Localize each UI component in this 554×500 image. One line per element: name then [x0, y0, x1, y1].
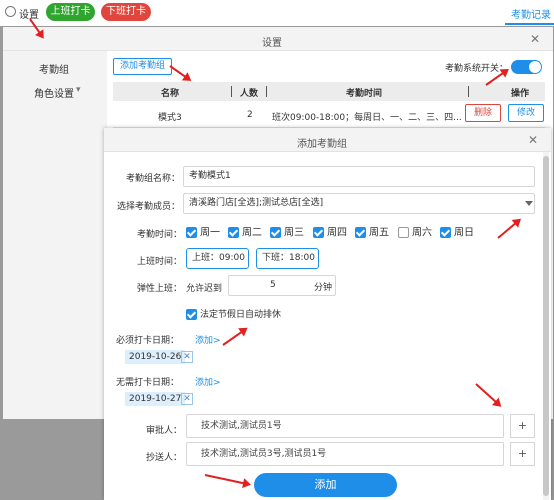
- row-name: 模式3: [158, 113, 182, 123]
- approver-label: 审批人：: [146, 426, 183, 436]
- clock-in-button[interactable]: 上班打卡: [46, 3, 95, 21]
- clock-out-button[interactable]: 下班打卡: [101, 3, 151, 21]
- holiday-label: 法定节假日自动排休: [200, 310, 282, 320]
- toggle-knob: [529, 61, 541, 73]
- group-name-label: 考勤组名称：: [126, 174, 181, 184]
- day-checkbox-mon[interactable]: 周一: [186, 227, 220, 239]
- settings-dialog-title: 设置: [262, 38, 282, 49]
- allow-late-label: 允许迟到: [186, 284, 223, 294]
- checkbox-icon: [398, 227, 409, 238]
- holiday-checkbox[interactable]: 法定节假日自动排休: [186, 309, 281, 321]
- submit-add-button[interactable]: 添加: [254, 473, 397, 497]
- close-icon[interactable]: ✕: [528, 133, 538, 147]
- required-dates-label: 必须打卡日期：: [116, 336, 180, 346]
- end-time-input[interactable]: 下班：18:00: [256, 248, 319, 269]
- col-divider: [468, 86, 469, 97]
- topbar: 设置 上班打卡 下班打卡 考勤记录: [0, 0, 554, 26]
- day-label: 周二: [242, 227, 262, 239]
- close-icon[interactable]: ✕: [181, 393, 193, 405]
- day-label: 周日: [454, 227, 474, 239]
- add-dialog-header: 添加考勤组 ✕: [104, 128, 551, 152]
- col-divider: [231, 86, 232, 97]
- add-dialog-title: 添加考勤组: [297, 139, 347, 150]
- chevron-down-icon: ▾: [76, 85, 81, 95]
- late-unit: 分钟: [314, 283, 333, 293]
- col-header-count: 人数: [240, 89, 259, 99]
- day-label: 周五: [369, 227, 389, 239]
- members-label: 选择考勤成员：: [117, 202, 181, 212]
- close-icon[interactable]: ✕: [530, 32, 540, 46]
- checkbox-icon: [186, 227, 197, 238]
- day-checkbox-sat[interactable]: 周六: [398, 227, 432, 239]
- day-label: 周六: [412, 227, 432, 239]
- late-minutes-input[interactable]: 5 分钟: [228, 275, 336, 296]
- row-time: 班次09:00-18:00；每周日、一、二、三、四...: [272, 113, 462, 123]
- edit-button[interactable]: 修改: [508, 104, 544, 122]
- attendance-record-tab[interactable]: 考勤记录: [511, 6, 551, 21]
- exempt-date-tag: 2019-10-27: [125, 392, 186, 406]
- table-row: 模式3 2 班次09:00-18:00；每周日、一、二、三、四... 删除 修改: [113, 102, 545, 128]
- col-header-name: 名称: [161, 89, 180, 99]
- checkbox-icon: [228, 227, 239, 238]
- system-switch-toggle[interactable]: [511, 60, 542, 74]
- required-add-link[interactable]: 添加>: [195, 333, 221, 346]
- exempt-dates-label: 无需打卡日期：: [116, 378, 180, 388]
- caret-down-icon[interactable]: [525, 201, 533, 206]
- day-checkbox-fri[interactable]: 周五: [355, 227, 389, 239]
- record-tab-underline: [505, 23, 554, 25]
- required-date-tag: 2019-10-26: [125, 350, 186, 364]
- cc-label: 抄送人：: [146, 453, 183, 463]
- settings-dialog-header: 设置 ✕: [3, 27, 553, 51]
- members-select[interactable]: 清溪路门店[全选];测试总店[全选]: [183, 193, 535, 214]
- flex-label: 弹性上班：: [137, 284, 183, 294]
- day-label: 周四: [327, 227, 347, 239]
- nav-item-attendance-group[interactable]: 考勤组: [39, 61, 69, 76]
- scrollbar-thumb[interactable]: [543, 156, 549, 496]
- checkbox-icon: [186, 309, 197, 320]
- day-checkbox-sun[interactable]: 周日: [440, 227, 474, 239]
- add-approver-button[interactable]: +: [510, 414, 535, 438]
- add-group-button[interactable]: 添加考勤组: [113, 58, 172, 75]
- col-divider: [266, 86, 267, 97]
- cc-value: 技术测试,测试员3号,测试员1号: [201, 449, 327, 459]
- exempt-add-link[interactable]: 添加>: [195, 375, 221, 388]
- group-table-header: 名称 人数 考勤时间 操作: [113, 82, 545, 101]
- day-checkbox-thu[interactable]: 周四: [313, 227, 347, 239]
- approver-value: 技术测试,测试员1号: [201, 421, 282, 431]
- attendance-time-label: 考勤时间：: [137, 230, 183, 240]
- col-header-time: 考勤时间: [346, 89, 383, 99]
- system-switch-label: 考勤系统开关：: [445, 64, 509, 74]
- work-time-label: 上班时间：: [137, 257, 183, 267]
- row-count: 2: [247, 110, 253, 120]
- day-label: 周三: [284, 227, 304, 239]
- start-time-input[interactable]: 上班：09:00: [186, 248, 249, 269]
- col-header-actions: 操作: [511, 89, 530, 99]
- checkbox-icon: [355, 227, 366, 238]
- gear-icon[interactable]: [5, 6, 16, 17]
- settings-nav: 考勤组 角色设置 ▾: [3, 51, 107, 419]
- close-icon[interactable]: ✕: [181, 351, 193, 363]
- delete-button[interactable]: 删除: [465, 104, 501, 122]
- day-checkbox-wed[interactable]: 周三: [270, 227, 304, 239]
- late-minutes-value: 5: [270, 280, 276, 290]
- group-name-input[interactable]: 考勤模式1: [183, 166, 535, 187]
- nav-item-role-settings[interactable]: 角色设置: [34, 85, 74, 100]
- approver-input[interactable]: 技术测试,测试员1号: [186, 414, 504, 438]
- checkbox-icon: [313, 227, 324, 238]
- cc-input[interactable]: 技术测试,测试员3号,测试员1号: [186, 442, 504, 466]
- day-label: 周一: [200, 227, 220, 239]
- checkbox-icon: [270, 227, 281, 238]
- checkbox-icon: [440, 227, 451, 238]
- add-cc-button[interactable]: +: [510, 442, 535, 466]
- day-checkbox-tue[interactable]: 周二: [228, 227, 262, 239]
